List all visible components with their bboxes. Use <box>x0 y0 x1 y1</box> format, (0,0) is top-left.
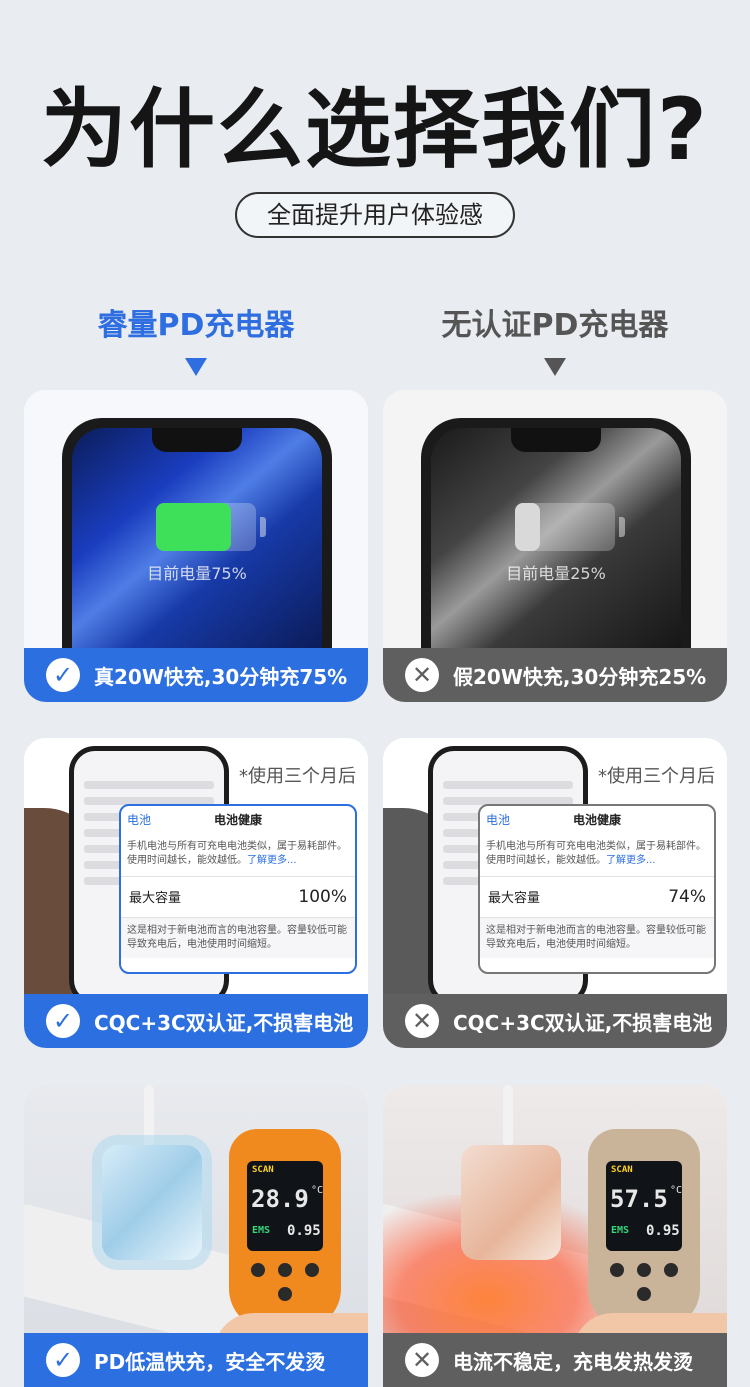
caption-text: CQC+3C双认证,不损害电池 <box>453 1010 713 1035</box>
phone-screen: 目前电量75% <box>72 428 322 648</box>
battery-cap <box>260 517 266 537</box>
battery-health-panel: 电池 电池健康 手机电池与所有可充电电池类似，属于易耗部件。使用时间越长，能效越… <box>478 804 716 974</box>
caption-text: PD低温快充，安全不发烫 <box>94 1349 326 1374</box>
caption-bar: ✓ CQC+3C双认证,不损害电池 <box>24 994 368 1048</box>
learn-more-link: 了解更多... <box>247 855 297 866</box>
column-title-uncertified: 无认证PD充电器 <box>441 308 669 343</box>
charging-cable <box>503 1085 513 1147</box>
battery-health-photo: *使用三个月后 电池 电池健康 手机电池与所有可充电电池类似，属于易耗部件。使用… <box>24 738 368 1008</box>
scan-label: SCAN <box>252 1165 274 1175</box>
overheated-charger <box>461 1145 561 1260</box>
caption-text: 假20W快充,30分钟充25% <box>453 664 707 689</box>
cross-icon: ✕ <box>405 1004 439 1038</box>
phone-screen: 目前电量25% <box>431 428 681 648</box>
caption-bar: ✓ PD低温快充，安全不发烫 <box>24 1333 368 1387</box>
battery-level-text: 目前电量75% <box>147 564 247 583</box>
phone-frame: 目前电量25% <box>421 418 691 648</box>
card-battery-health-good: *使用三个月后 电池 电池健康 手机电池与所有可充电电池类似，属于易耗部件。使用… <box>24 738 368 1048</box>
infrared-thermometer: SCAN 57.5 °C EMS 0.95 <box>588 1129 700 1329</box>
down-triangle-icon <box>185 358 207 376</box>
card-battery-health-bad: *使用三个月后 电池 电池健康 手机电池与所有可充电电池类似，属于易耗部件。使用… <box>383 738 727 1048</box>
phone-notch <box>511 428 601 452</box>
panel-title: 电池健康 <box>572 813 621 827</box>
cross-icon: ✕ <box>405 1343 439 1377</box>
subtitle-pill: 全面提升用户体验感 <box>235 192 515 238</box>
capacity-value: 74% <box>668 887 706 907</box>
ice-cube-charger <box>102 1145 202 1260</box>
check-icon: ✓ <box>46 658 80 692</box>
page-title: 为什么选择我们? <box>41 80 709 180</box>
battery-level-text: 目前电量25% <box>506 564 606 583</box>
ems-label: EMS <box>252 1225 271 1236</box>
battery-icon <box>156 503 266 551</box>
battery-cap <box>619 517 625 537</box>
capacity-note: 这是相对于新电池而言的电池容量。容量较低可能导致充电后，电池使用时间缩短。 <box>480 918 714 958</box>
phone-photo: 目前电量25% <box>383 390 727 648</box>
caption-text: 电流不稳定，充电发热发烫 <box>453 1349 693 1374</box>
ems-value: 0.95 <box>646 1223 680 1239</box>
after-three-months-note: *使用三个月后 <box>598 766 715 787</box>
battery-health-photo: *使用三个月后 电池 电池健康 手机电池与所有可充电电池类似，属于易耗部件。使用… <box>383 738 727 1008</box>
card-fast-charge-bad: 目前电量25% ✕ 假20W快充,30分钟充25% <box>383 390 727 702</box>
phone-frame: 目前电量75% <box>62 418 332 648</box>
check-icon: ✓ <box>46 1004 80 1038</box>
temperature-unit: °C <box>311 1185 324 1196</box>
capacity-value: 100% <box>298 887 347 907</box>
caption-bar: ✕ CQC+3C双认证,不损害电池 <box>383 994 727 1048</box>
battery-health-panel: 电池 电池健康 手机电池与所有可充电电池类似，属于易耗部件。使用时间越长，能效越… <box>119 804 357 974</box>
thermometer-display: SCAN 57.5 °C EMS 0.95 <box>606 1161 682 1251</box>
caption-text: 真20W快充,30分钟充75% <box>94 664 348 689</box>
scan-label: SCAN <box>611 1165 633 1175</box>
temperature-unit: °C <box>670 1185 683 1196</box>
ems-value: 0.95 <box>287 1223 321 1239</box>
capacity-label: 最大容量 <box>488 891 541 906</box>
caption-bar: ✕ 假20W快充,30分钟充25% <box>383 648 727 702</box>
capacity-label: 最大容量 <box>129 891 182 906</box>
panel-title: 电池健康 <box>213 813 262 827</box>
phone-notch <box>152 428 242 452</box>
check-icon: ✓ <box>46 1343 80 1377</box>
temperature-reading: 57.5 <box>610 1185 668 1213</box>
panel-description: 手机电池与所有可充电电池类似，属于易耗部件。使用时间越长，能效越低。了解更多..… <box>480 834 714 877</box>
after-three-months-note: *使用三个月后 <box>239 766 356 787</box>
learn-more-link: 了解更多... <box>606 855 656 866</box>
card-fast-charge-good: 目前电量75% ✓ 真20W快充,30分钟充75% <box>24 390 368 702</box>
column-title-ruiliang: 睿量PD充电器 <box>97 308 295 343</box>
capacity-note: 这是相对于新电池而言的电池容量。容量较低可能导致充电后，电池使用时间缩短。 <box>121 918 355 958</box>
temperature-reading: 28.9 <box>251 1185 309 1213</box>
ems-label: EMS <box>611 1225 630 1236</box>
cross-icon: ✕ <box>405 658 439 692</box>
down-triangle-icon <box>544 358 566 376</box>
panel-description: 手机电池与所有可充电电池类似，属于易耗部件。使用时间越长，能效越低。了解更多..… <box>121 834 355 877</box>
card-temperature-good: SCAN 28.9 °C EMS 0.95 ✓ PD低温快充，安全不发烫 <box>24 1085 368 1387</box>
caption-text: CQC+3C双认证,不损害电池 <box>94 1010 354 1035</box>
battery-icon <box>515 503 625 551</box>
caption-bar: ✕ 电流不稳定，充电发热发烫 <box>383 1333 727 1387</box>
battery-fill <box>156 503 231 551</box>
phone-photo: 目前电量75% <box>24 390 368 648</box>
infrared-thermometer: SCAN 28.9 °C EMS 0.95 <box>229 1129 341 1329</box>
capacity-row: 最大容量 74% <box>480 877 714 918</box>
battery-fill <box>515 503 540 551</box>
card-temperature-bad: SCAN 57.5 °C EMS 0.95 ✕ 电流不稳定，充电发热发烫 <box>383 1085 727 1387</box>
charging-cable <box>144 1085 154 1147</box>
capacity-row: 最大容量 100% <box>121 877 355 918</box>
thermometer-display: SCAN 28.9 °C EMS 0.95 <box>247 1161 323 1251</box>
caption-bar: ✓ 真20W快充,30分钟充75% <box>24 648 368 702</box>
